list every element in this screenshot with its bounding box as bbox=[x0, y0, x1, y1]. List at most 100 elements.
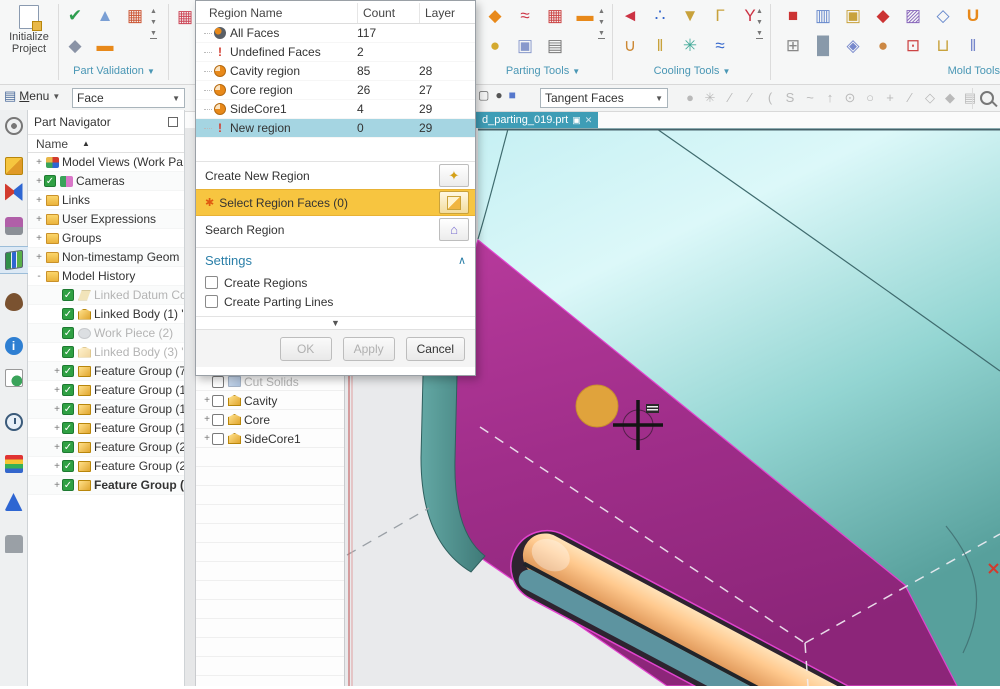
select-region-faces-button[interactable] bbox=[439, 191, 469, 214]
tree-item[interactable]: + Feature Group (2. bbox=[28, 438, 184, 457]
part-validation-label[interactable]: Part Validation ▼ bbox=[62, 65, 166, 77]
checkbox[interactable] bbox=[212, 395, 224, 407]
apply-button[interactable]: Apply bbox=[343, 337, 395, 361]
frame-points-icon[interactable]: ⊡ bbox=[900, 33, 926, 59]
tree-item[interactable]: + Feature Group (1. bbox=[28, 419, 184, 438]
gallery-scroll-arrows[interactable]: ▲▼▼ bbox=[150, 8, 157, 39]
region-row[interactable]: Cavity region 85 28 bbox=[196, 62, 475, 81]
find-command-icon[interactable] bbox=[980, 91, 994, 108]
snap-arc-icon[interactable]: ( bbox=[760, 90, 780, 105]
tree-item[interactable]: Linked Datum Co bbox=[28, 286, 184, 305]
cooling-gear-icon[interactable]: ✳ bbox=[677, 33, 703, 59]
column-region-name[interactable]: Region Name bbox=[204, 3, 357, 23]
search-region-row[interactable]: Search Region ⌂ bbox=[196, 216, 475, 243]
select-region-faces-row[interactable]: ✱ Select Region Faces (0) bbox=[196, 189, 475, 216]
expander[interactable]: + bbox=[34, 195, 44, 206]
checkbox[interactable] bbox=[62, 479, 74, 491]
checkbox[interactable] bbox=[212, 376, 224, 388]
expander[interactable]: + bbox=[34, 233, 44, 244]
snap-point-icon[interactable]: ● bbox=[680, 90, 700, 105]
mold-tools-label[interactable]: Mold Tools bbox=[780, 65, 1000, 77]
extend-sheet-icon[interactable]: ▬ bbox=[572, 3, 598, 29]
name-column-header[interactable]: Name ▲ bbox=[28, 135, 184, 153]
menu-button[interactable]: ▤ Menu ▼ bbox=[4, 88, 60, 104]
tree-item[interactable]: Linked Body (1) ". bbox=[28, 305, 184, 324]
expander[interactable]: + bbox=[34, 176, 44, 187]
parting-curve-icon[interactable]: ≈ bbox=[512, 3, 538, 29]
tree-item[interactable]: + Model Views (Work Pa. bbox=[28, 153, 184, 172]
settings-section-header[interactable]: Settings ∧ bbox=[196, 248, 475, 273]
tree-item[interactable]: + Cameras bbox=[28, 172, 184, 191]
pipe-icon[interactable]: Γ bbox=[707, 3, 733, 29]
expander[interactable]: + bbox=[34, 214, 44, 225]
expander[interactable]: + bbox=[52, 366, 62, 377]
tree-item[interactable]: Linked Body (3) ". bbox=[28, 343, 184, 362]
create-new-region-button[interactable]: ✦ bbox=[439, 164, 469, 187]
baffle-icon[interactable]: ‖ bbox=[647, 33, 673, 59]
snap-end-point-icon[interactable]: ∕ bbox=[720, 90, 740, 105]
checkbox[interactable] bbox=[62, 308, 74, 320]
checkbox[interactable] bbox=[62, 346, 74, 358]
drill-channel-icon[interactable]: ▼ bbox=[677, 3, 703, 29]
column-layer[interactable]: Layer bbox=[419, 3, 475, 23]
palette-icon[interactable]: ● bbox=[870, 33, 896, 59]
gallery-scroll-arrows[interactable]: ▲▼▼ bbox=[598, 8, 605, 39]
snap-curve-icon[interactable]: ~ bbox=[800, 90, 820, 105]
panel-pin-icon[interactable] bbox=[168, 117, 178, 127]
cylinders-icon[interactable]: ‖ bbox=[960, 33, 986, 59]
bend-pipe-icon[interactable]: ∪ bbox=[617, 33, 643, 59]
create-parting-lines-checkbox[interactable] bbox=[205, 295, 218, 308]
create-new-region-row[interactable]: Create New Region ✦ bbox=[196, 162, 475, 189]
create-regions-checkbox[interactable] bbox=[205, 276, 218, 289]
expander[interactable]: + bbox=[52, 423, 62, 434]
create-regions-option[interactable]: Create Regions bbox=[196, 273, 475, 292]
snap-face-1-icon[interactable]: ◇ bbox=[920, 90, 940, 106]
document-tab[interactable]: d_parting_019.prt ▣ ✕ bbox=[476, 112, 598, 128]
lock-ball-icon[interactable]: ● bbox=[482, 33, 508, 59]
selection-ball[interactable] bbox=[576, 385, 618, 427]
gallery-scroll-arrows[interactable]: ▲▼▼ bbox=[756, 8, 763, 39]
design-parting-surface-icon[interactable]: ◆ bbox=[482, 3, 508, 29]
expander[interactable]: + bbox=[52, 404, 62, 415]
expander[interactable]: + bbox=[52, 442, 62, 453]
expander[interactable]: + bbox=[52, 385, 62, 396]
snap-scatter-icon[interactable]: ✳ bbox=[700, 90, 720, 106]
copy-sheet-icon[interactable]: ▣ bbox=[512, 33, 538, 59]
zigzag-channel-icon[interactable]: ≈ bbox=[707, 33, 733, 59]
cooling-tools-label[interactable]: Cooling Tools ▼ bbox=[617, 65, 767, 77]
checkbox[interactable] bbox=[62, 441, 74, 453]
checkbox[interactable] bbox=[62, 327, 74, 339]
cavity-block-icon[interactable]: ▥ bbox=[810, 3, 836, 29]
snap-face-3-icon[interactable]: ▤ bbox=[960, 90, 980, 106]
parting-navigator-icon[interactable]: ▤ bbox=[542, 33, 568, 59]
workpiece-cube-icon[interactable]: ■ bbox=[780, 3, 806, 29]
shell-icon[interactable]: U bbox=[960, 3, 986, 29]
stamp-purple-icon[interactable]: ▨ bbox=[900, 3, 926, 29]
region-row[interactable]: Undefined Faces 2 bbox=[196, 43, 475, 62]
checkbox[interactable] bbox=[44, 175, 56, 187]
parting-analysis-icon[interactable]: ▲ bbox=[92, 3, 118, 29]
tree-item[interactable]: + Non-timestamp Geom bbox=[28, 248, 184, 267]
draft-analysis-icon[interactable]: ▬ bbox=[92, 33, 118, 59]
tree-item[interactable]: + Groups bbox=[28, 229, 184, 248]
snap-plus-icon[interactable]: + bbox=[880, 90, 900, 105]
stamp-check-icon[interactable]: ◆ bbox=[62, 33, 88, 59]
box-red-icon[interactable]: ◆ bbox=[870, 3, 896, 29]
tree-item[interactable]: + Links bbox=[28, 191, 184, 210]
scope-sphere-icon[interactable]: ● bbox=[495, 88, 502, 102]
checkbox[interactable] bbox=[62, 365, 74, 377]
expander[interactable]: + bbox=[202, 414, 212, 425]
tree-item[interactable]: + Feature Group (. bbox=[28, 476, 184, 495]
checkbox[interactable] bbox=[62, 289, 74, 301]
tree-item[interactable]: Work Piece (2) bbox=[28, 324, 184, 343]
dialog-collapse-button[interactable]: ▼ bbox=[196, 316, 475, 329]
tree-item[interactable]: + User Expressions bbox=[28, 210, 184, 229]
tree-item[interactable]: - Model History bbox=[28, 267, 184, 286]
check-regions-icon[interactable]: ✔ bbox=[62, 3, 88, 29]
lattice-icon[interactable]: ◈ bbox=[840, 33, 866, 59]
create-parting-lines-option[interactable]: Create Parting Lines bbox=[196, 292, 475, 311]
mold-base-icon[interactable]: █ bbox=[810, 33, 836, 59]
channel-points-icon[interactable]: ∴ bbox=[647, 3, 673, 29]
parting-tools-label[interactable]: Parting Tools ▼ bbox=[482, 65, 604, 77]
tab-close-icon[interactable]: ✕ bbox=[585, 115, 593, 126]
